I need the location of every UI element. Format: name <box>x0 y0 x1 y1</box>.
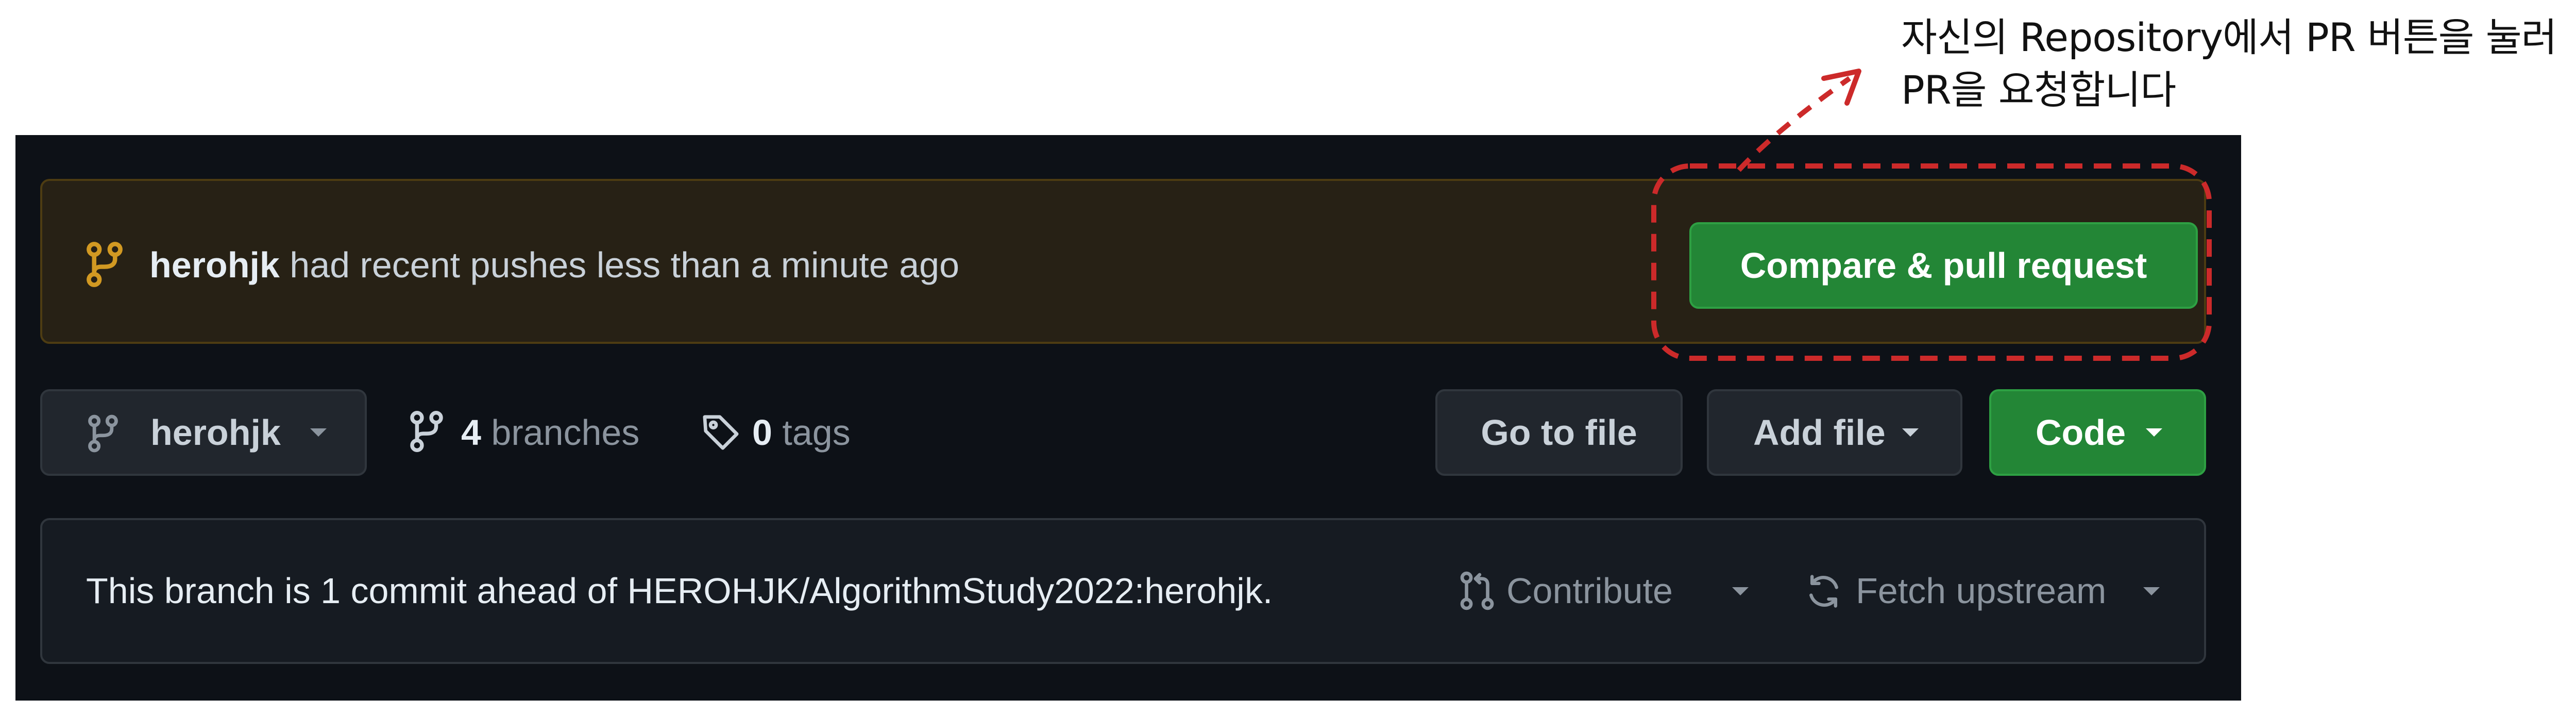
annotation-line-2: PR을 요청합니다 <box>1901 67 2176 113</box>
go-to-file-button[interactable]: Go to file <box>1435 389 1683 476</box>
branches-count: 4 <box>461 412 481 453</box>
tags-count: 0 <box>752 412 772 453</box>
annotation-note: 자신의 Repository에서 PR 버튼을 눌러 PR을 요청합니다 <box>1901 11 2557 117</box>
git-branch-icon <box>87 242 123 287</box>
annotation-line-1: 자신의 Repository에서 PR 버튼을 눌러 <box>1901 14 2557 60</box>
recent-push-banner: herohjk had recent pushes less than a mi… <box>40 179 2206 344</box>
banner-message: herohjk had recent pushes less than a mi… <box>149 242 959 288</box>
tag-icon <box>703 415 739 450</box>
chevron-down-icon <box>310 428 327 437</box>
chevron-down-icon <box>1732 587 1749 595</box>
banner-message-text: had recent pushes less than a minute ago <box>290 245 960 285</box>
branch-name: herohjk <box>150 412 281 453</box>
git-branch-icon <box>88 414 118 453</box>
branches-label: branches <box>491 412 640 453</box>
branch-selector-button[interactable]: herohjk <box>40 389 367 476</box>
banner-user[interactable]: herohjk <box>149 245 280 285</box>
code-label: Code <box>2036 412 2126 453</box>
compare-pull-request-button[interactable]: Compare & pull request <box>1689 222 2198 309</box>
fetch-upstream-label: Fetch upstream <box>1856 571 2107 611</box>
tags-label: tags <box>782 412 851 453</box>
sync-icon <box>1809 575 1838 608</box>
code-button[interactable]: Code <box>1989 389 2206 476</box>
add-file-button[interactable]: Add file <box>1707 389 1962 476</box>
git-branch-icon <box>410 410 443 453</box>
repo-panel: herohjk had recent pushes less than a mi… <box>15 135 2241 701</box>
arrowhead-icon <box>1821 69 1861 106</box>
add-file-label: Add file <box>1753 412 1886 453</box>
chevron-down-icon <box>2143 587 2160 595</box>
chevron-down-icon <box>1902 428 1919 437</box>
chevron-down-icon <box>2146 428 2162 437</box>
contribute-label: Contribute <box>1506 571 1673 611</box>
branch-status-box: This branch is 1 commit ahead of HEROHJK… <box>40 518 2206 664</box>
git-pull-request-icon <box>1460 571 1494 610</box>
commit-ahead-text: This branch is 1 commit ahead of HEROHJK… <box>86 571 1273 611</box>
